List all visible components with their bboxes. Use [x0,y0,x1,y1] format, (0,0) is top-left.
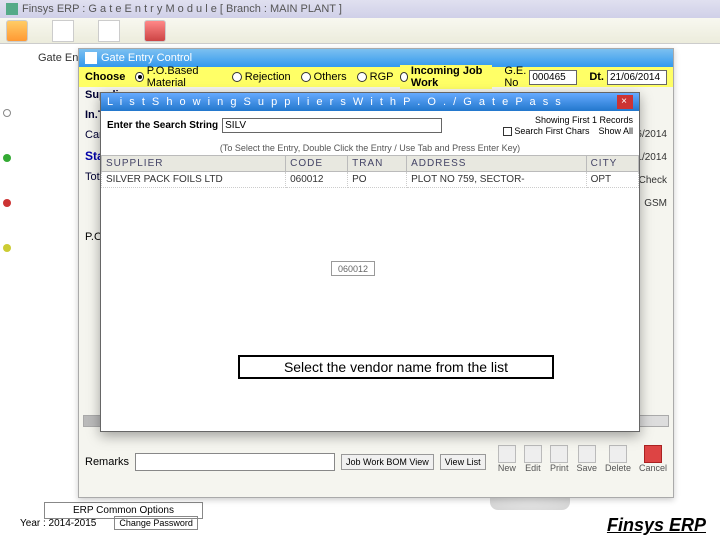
choose-label: Choose [85,71,125,83]
date-input[interactable] [607,70,667,85]
supplier-table: SUPPLIER CODE TRAN ADDRESS CITY SILVER P… [101,155,639,188]
supplier-list-dialog: L i s t S h o w i n g S u p p l i e r s … [100,92,640,432]
show-all-link[interactable]: Show All [598,126,633,137]
col-city[interactable]: CITY [586,155,638,171]
delete-button[interactable]: Delete [605,445,631,473]
print-button[interactable]: Print [550,445,569,473]
date-label: Dt. [589,71,604,83]
search-input[interactable] [222,118,442,133]
search-first-chars-label: Search First Chars [514,126,589,137]
erp-common-options-button[interactable]: ERP Common Options [44,502,203,519]
radio-others[interactable]: Others [301,71,347,83]
cancel-button[interactable]: Cancel [639,445,667,473]
main-title-bar: Finsys ERP : G a t e E n t r y M o d u l… [0,0,720,18]
search-first-chars-checkbox[interactable] [503,127,512,136]
toolbar-icon-3[interactable] [98,20,120,42]
list-dialog-title: L i s t S h o w i n g S u p p l i e r s … [107,96,563,108]
remarks-label: Remarks [85,456,129,468]
radio-incoming-jobwork[interactable]: Incoming Job Work [400,65,493,89]
main-toolbar [0,18,720,44]
code-popup: 060012 [331,261,375,276]
new-button[interactable]: New [498,445,516,473]
panel-icon [85,52,97,64]
gsm-label: GSM [644,198,667,209]
view-list-button[interactable]: View List [440,454,486,470]
remarks-input[interactable] [135,453,335,471]
toolbar-icon-2[interactable] [52,20,74,42]
search-label: Enter the Search String [107,120,218,131]
toolbar-icon-4[interactable] [144,20,166,42]
toolbar-icon-1[interactable] [6,20,28,42]
jobwork-bom-view-button[interactable]: Job Work BOM View [341,454,434,470]
side-indicators [0,90,14,270]
choose-row: Choose P.O.Based Material Rejection Othe… [79,67,673,87]
col-address[interactable]: ADDRESS [407,155,587,171]
right-date-1: 6/2014 [636,129,667,140]
year-label: Year : 2014-2015 [20,518,96,529]
col-supplier[interactable]: SUPPLIER [102,155,286,171]
selection-hint: (To Select the Entry, Double Click the E… [101,141,639,155]
edit-button[interactable]: Edit [524,445,542,473]
list-dialog-title-bar: L i s t S h o w i n g S u p p l i e r s … [101,93,639,111]
panel-title: Gate Entry Control [101,52,192,64]
col-tran[interactable]: TRAN [348,155,407,171]
table-row[interactable]: SILVER PACK FOILS LTD 060012 PO PLOT NO … [102,171,639,187]
close-icon[interactable]: × [617,95,633,109]
ge-no-label: G.E. No [504,65,526,89]
radio-rejection[interactable]: Rejection [232,71,291,83]
right-date-2: L/2014 [636,152,667,163]
window-title: Finsys ERP : G a t e E n t r y M o d u l… [22,3,342,15]
showing-records: Showing First 1 Records [503,115,633,126]
radio-po-based[interactable]: P.O.Based Material [135,65,221,89]
brand-logo: Finsys ERP [607,515,706,536]
app-icon [6,3,18,15]
radio-rgp[interactable]: RGP [357,71,394,83]
col-code[interactable]: CODE [286,155,348,171]
instruction-callout: Select the vendor name from the list [238,355,554,379]
ge-no-input[interactable] [529,70,577,85]
save-button[interactable]: Save [576,445,597,473]
